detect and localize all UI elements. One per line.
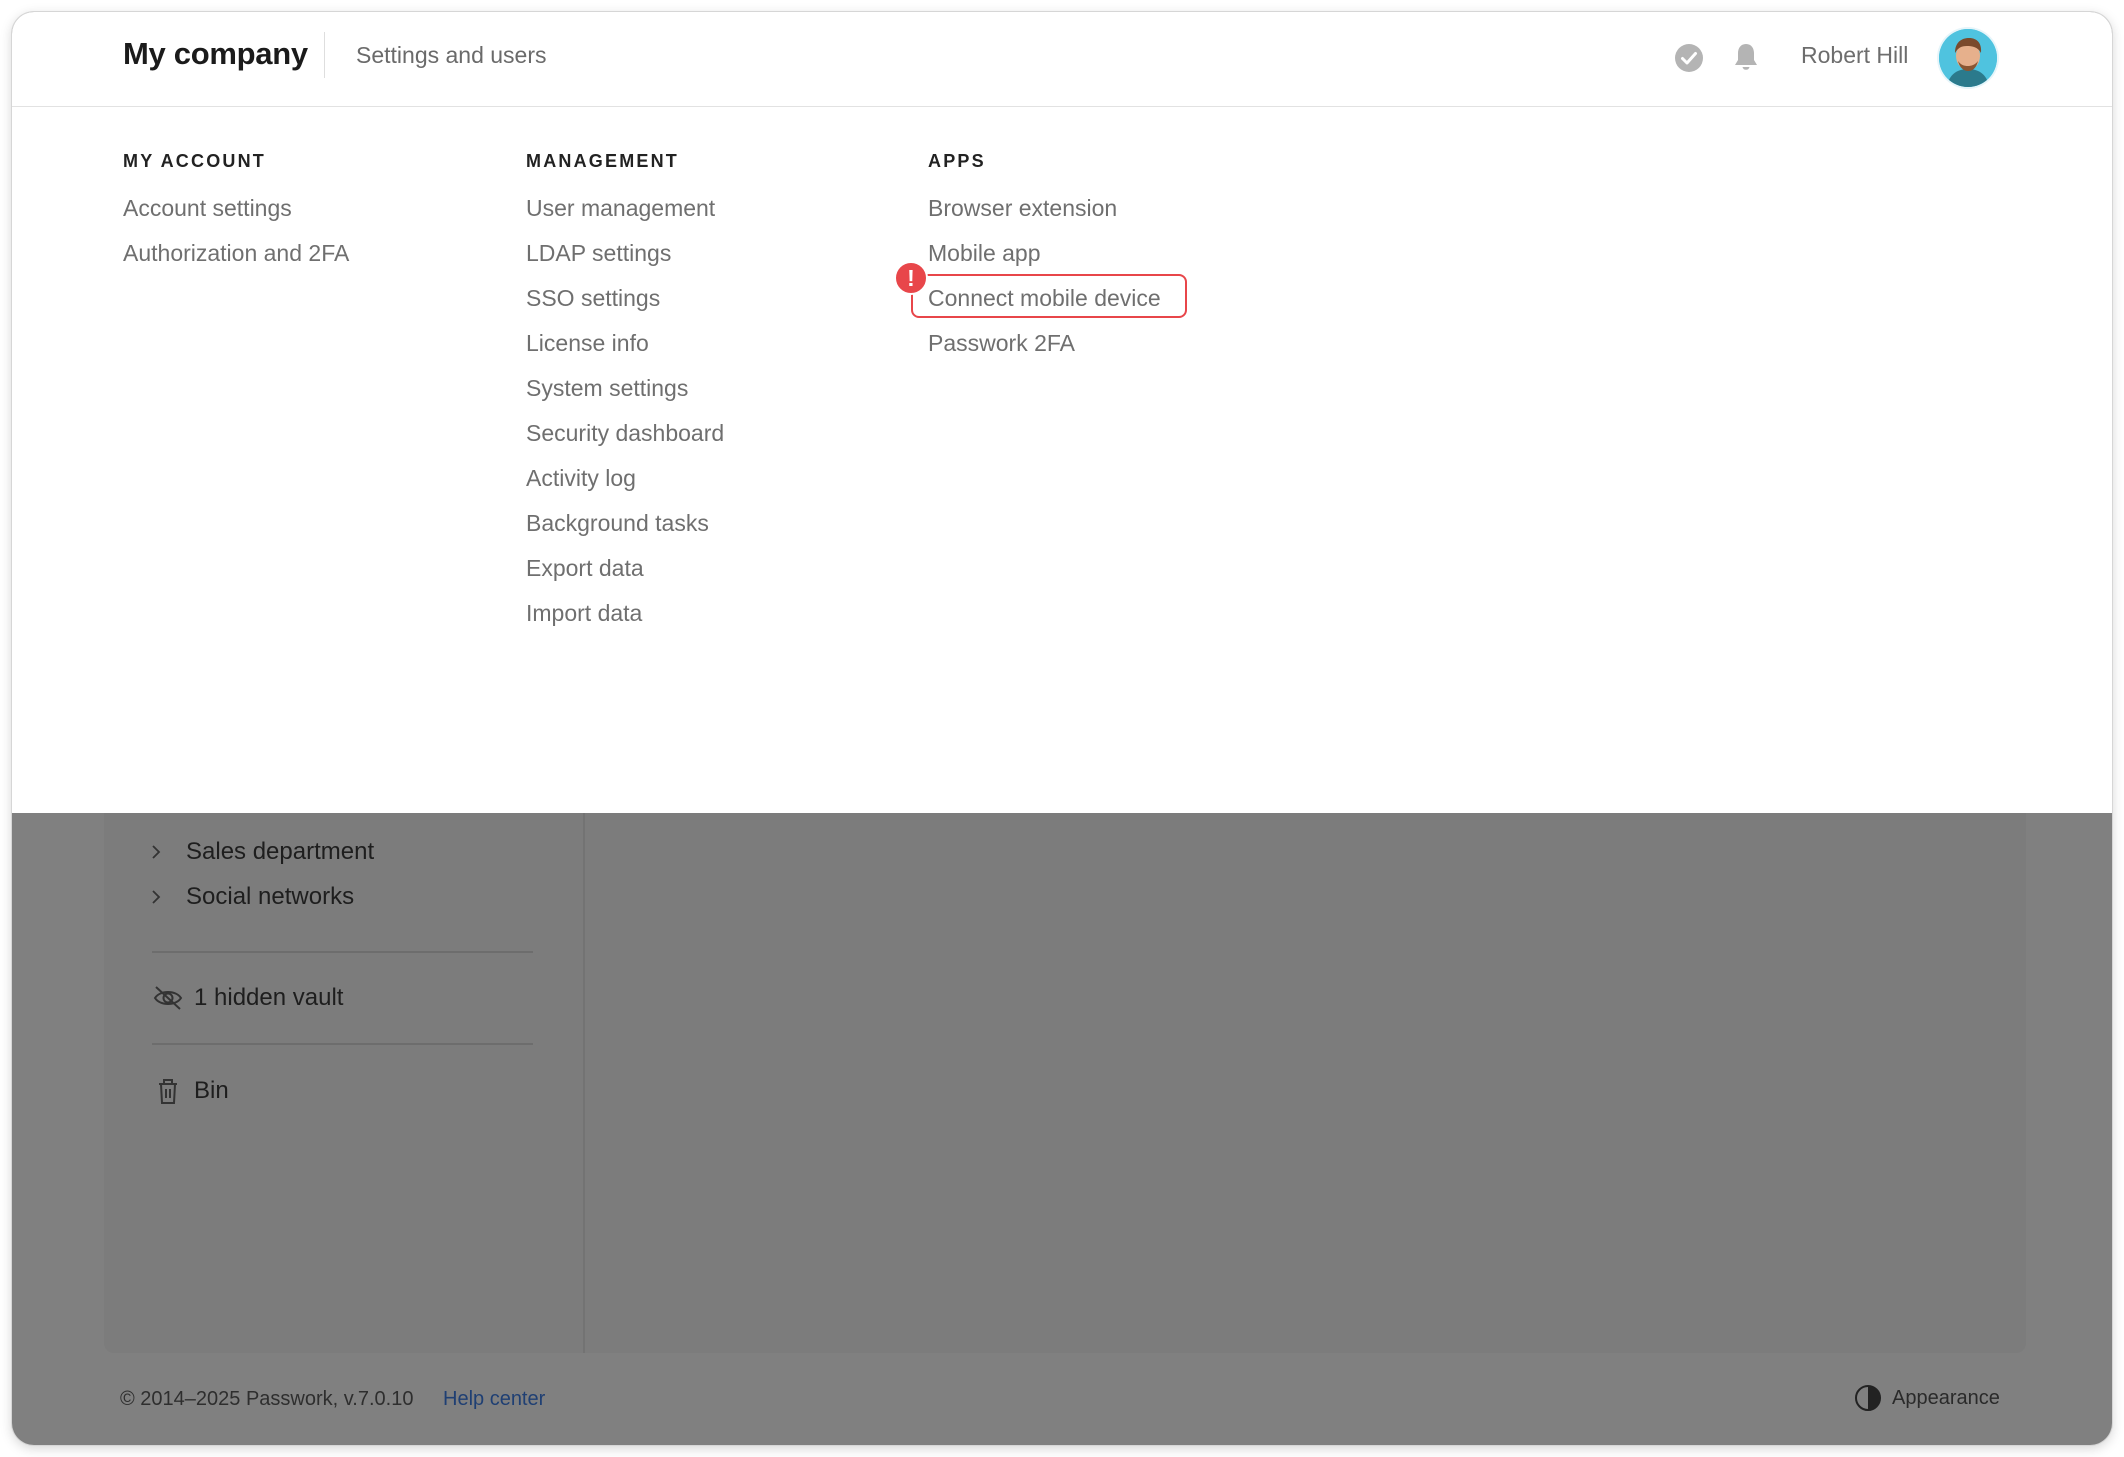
menu-item-system-settings[interactable]: System settings bbox=[526, 373, 724, 418]
user-avatar-image bbox=[1939, 29, 1997, 87]
top-header: My company Settings and users Robert Hil… bbox=[12, 12, 2112, 107]
settings-dropdown-menu: MY ACCOUNT Account settings Authorizatio… bbox=[12, 107, 2112, 813]
menu-item-sso-settings[interactable]: SSO settings bbox=[526, 283, 724, 328]
vault-item-social[interactable]: Social networks bbox=[152, 883, 354, 911]
sidebar-divider bbox=[152, 1043, 533, 1045]
chevron-right-icon bbox=[152, 890, 161, 904]
panel-divider bbox=[583, 813, 585, 1353]
contrast-icon bbox=[1855, 1385, 1881, 1411]
settings-menu-toggle[interactable]: Settings and users bbox=[356, 42, 547, 69]
company-name[interactable]: My company bbox=[123, 36, 308, 72]
menu-item-license-info[interactable]: License info bbox=[526, 328, 724, 373]
bin-label: Bin bbox=[194, 1077, 229, 1104]
menu-item-authorization-2fa[interactable]: Authorization and 2FA bbox=[123, 238, 349, 283]
my-account-column: MY ACCOUNT Account settings Authorizatio… bbox=[123, 151, 349, 283]
menu-item-mobile-app[interactable]: Mobile app bbox=[928, 238, 1161, 283]
vault-item-sales[interactable]: Sales department bbox=[152, 838, 374, 866]
management-heading: MANAGEMENT bbox=[526, 151, 679, 171]
menu-item-connect-mobile-device[interactable]: Connect mobile device ! bbox=[894, 261, 1187, 328]
menu-item-export-data[interactable]: Export data bbox=[526, 553, 724, 598]
alert-icon: ! bbox=[894, 261, 928, 295]
appearance-button[interactable]: Appearance bbox=[1854, 1384, 2000, 1412]
appearance-label: Appearance bbox=[1892, 1386, 2000, 1409]
trash-icon bbox=[159, 1079, 177, 1104]
vault-panel: Sales department Social networks 1 hidde… bbox=[104, 813, 2026, 1353]
vault-label: Social networks bbox=[186, 883, 355, 910]
menu-item-passwork-2fa[interactable]: Passwork 2FA bbox=[928, 328, 1161, 373]
menu-item-import-data[interactable]: Import data bbox=[526, 598, 724, 643]
management-column: MANAGEMENT User management LDAP settings… bbox=[526, 151, 724, 643]
menu-item-background-tasks[interactable]: Background tasks bbox=[526, 508, 724, 553]
apps-column: APPS Browser extension Mobile app Connec… bbox=[894, 151, 1187, 373]
app-window: Sales department Social networks 1 hidde… bbox=[12, 12, 2112, 1445]
user-name[interactable]: Robert Hill bbox=[1801, 42, 1908, 69]
help-center-link[interactable]: Help center bbox=[443, 1388, 545, 1411]
header-divider bbox=[324, 32, 325, 78]
menu-item-security-dashboard[interactable]: Security dashboard bbox=[526, 418, 724, 463]
menu-item-activity-log[interactable]: Activity log bbox=[526, 463, 724, 508]
copyright-text: © 2014–2025 Passwork, v.7.0.10 bbox=[120, 1388, 414, 1410]
hidden-vaults-label: 1 hidden vault bbox=[194, 984, 344, 1011]
check-circle-icon[interactable] bbox=[1674, 43, 1704, 73]
bin-link[interactable]: Bin bbox=[152, 1075, 229, 1107]
avatar[interactable] bbox=[1939, 29, 1997, 87]
connect-mobile-device-label: Connect mobile device bbox=[928, 285, 1161, 311]
bell-icon[interactable] bbox=[1730, 41, 1762, 73]
menu-item-ldap-settings[interactable]: LDAP settings bbox=[526, 238, 724, 283]
apps-heading: APPS bbox=[928, 151, 986, 171]
vault-label: Sales department bbox=[186, 838, 375, 865]
hidden-vaults-link[interactable]: 1 hidden vault bbox=[152, 982, 343, 1014]
menu-item-user-management[interactable]: User management bbox=[526, 193, 724, 238]
menu-item-account-settings[interactable]: Account settings bbox=[123, 193, 349, 238]
menu-item-browser-extension[interactable]: Browser extension bbox=[928, 193, 1161, 238]
my-account-heading: MY ACCOUNT bbox=[123, 151, 266, 171]
eye-off-icon bbox=[153, 986, 183, 1010]
sidebar-divider bbox=[152, 951, 533, 953]
chevron-right-icon bbox=[152, 845, 161, 859]
